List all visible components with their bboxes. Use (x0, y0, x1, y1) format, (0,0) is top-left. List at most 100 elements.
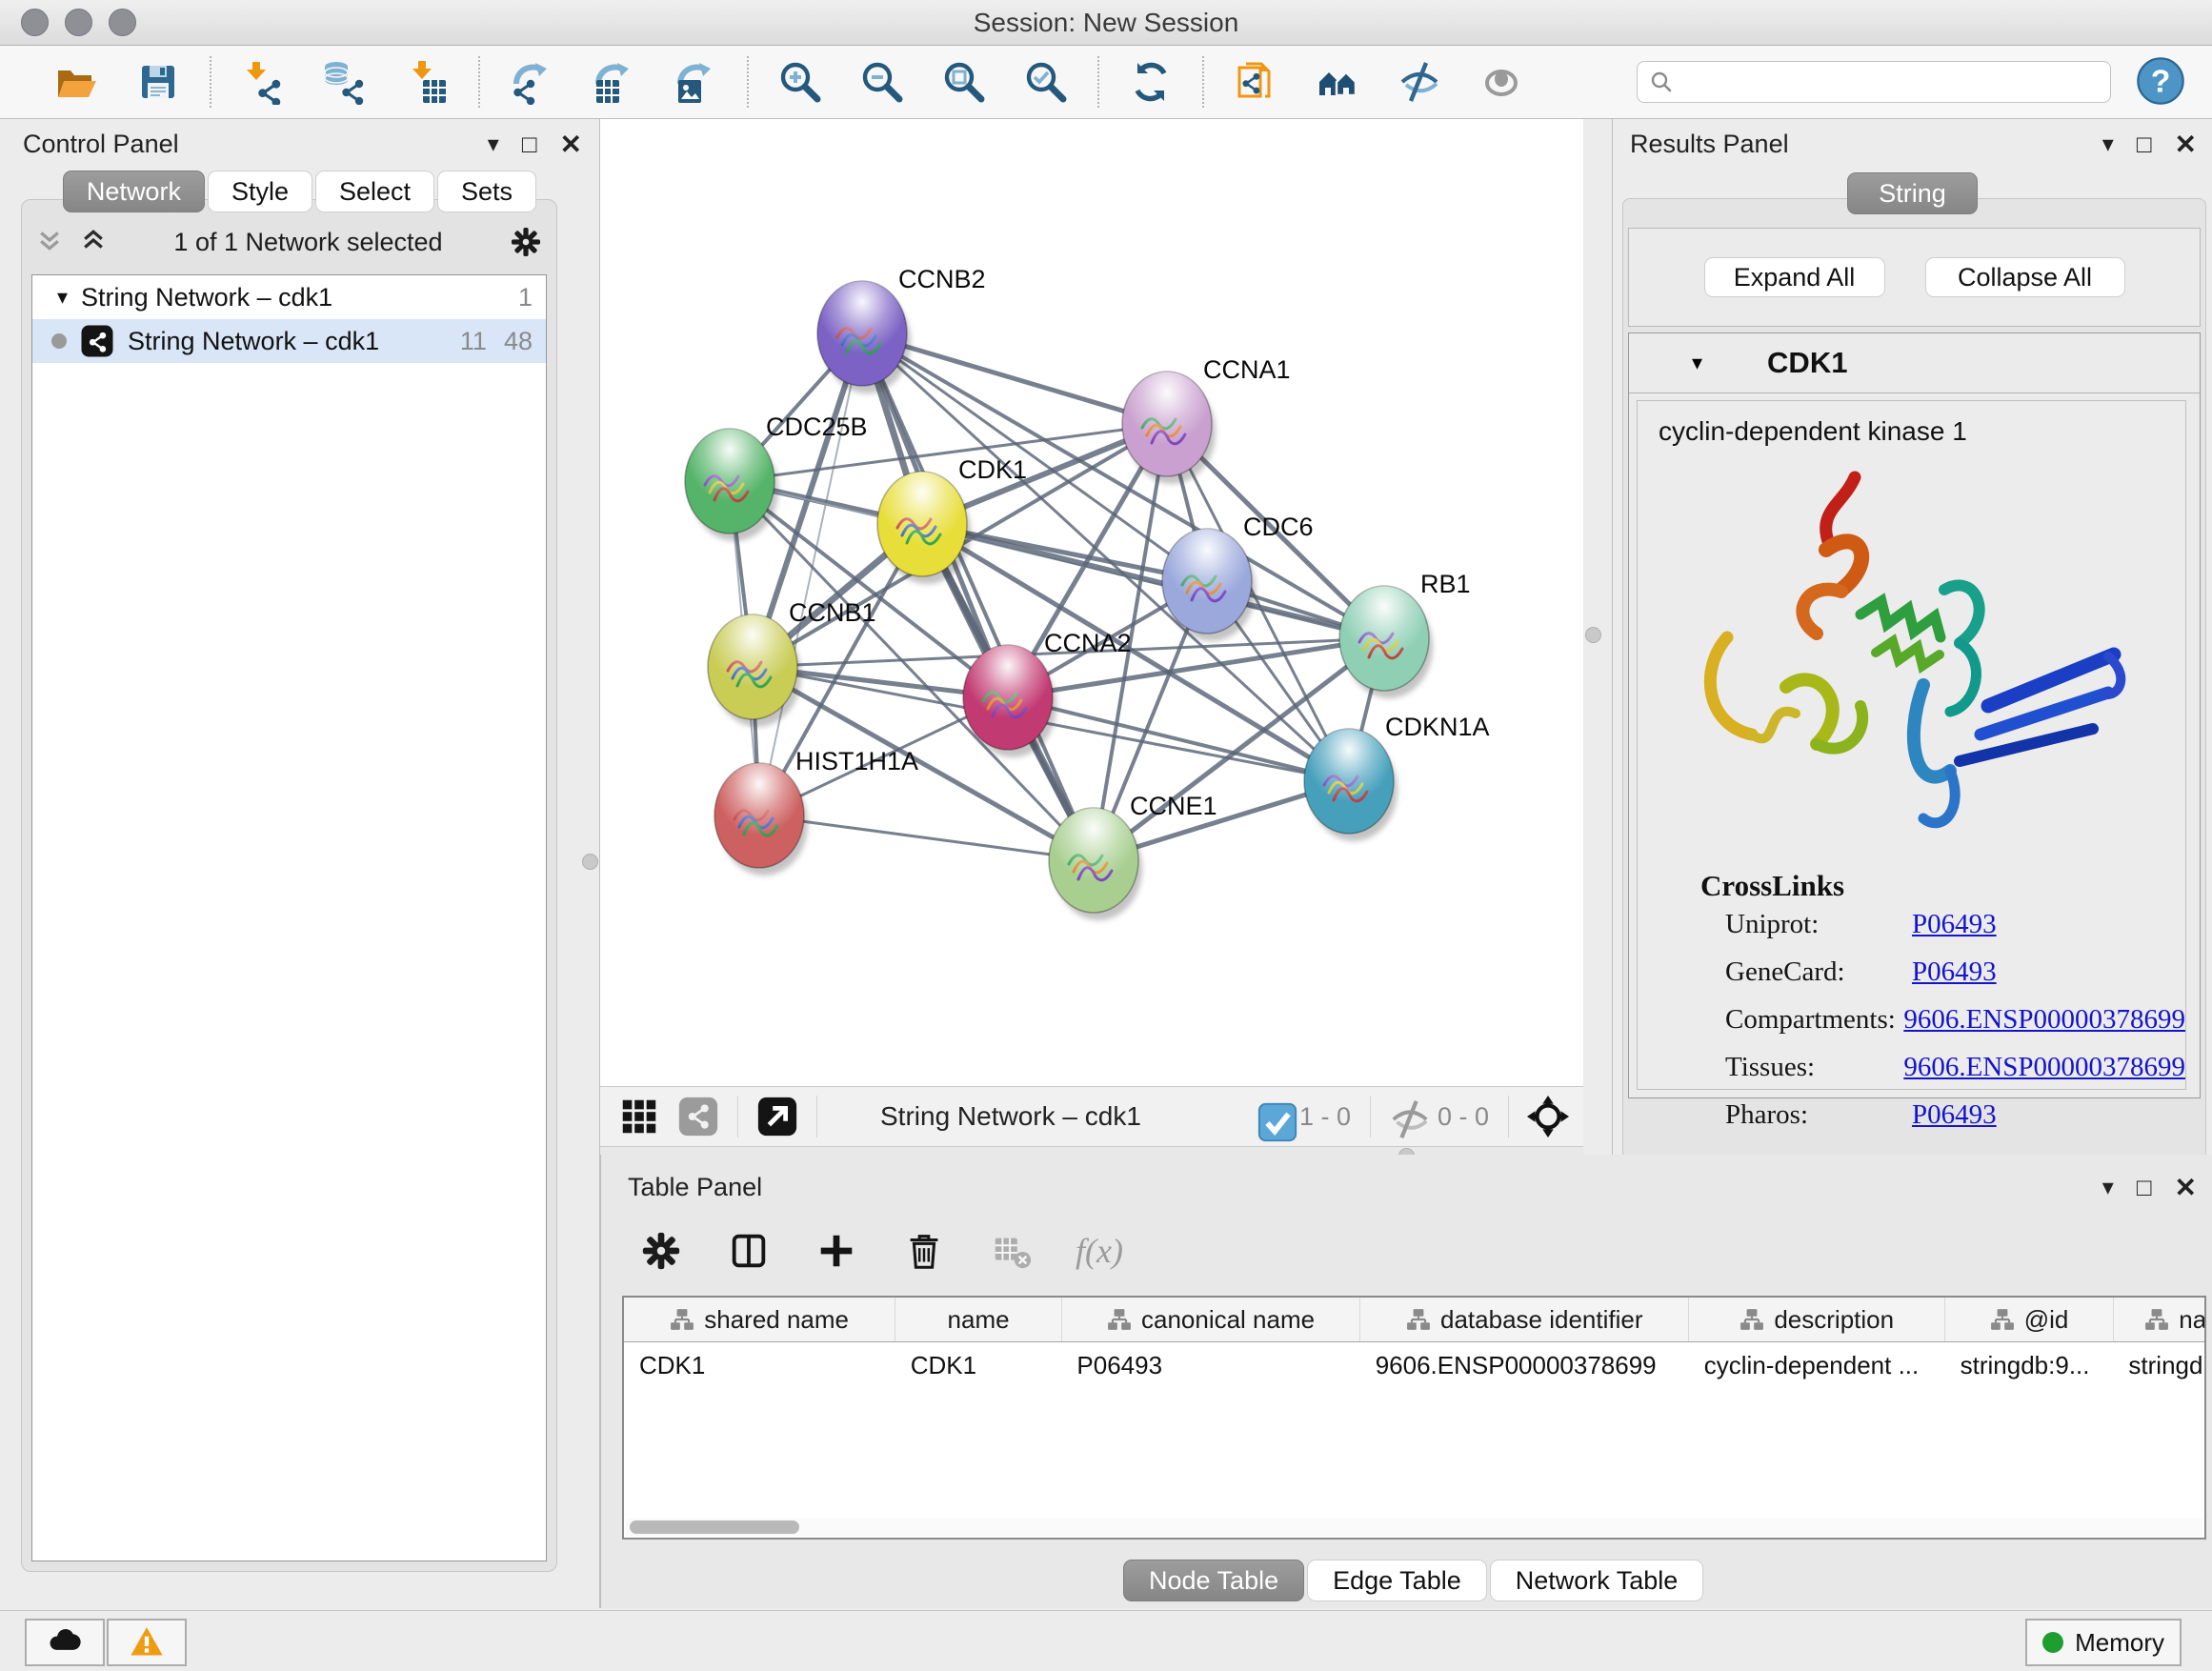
delete-column-button[interactable] (900, 1226, 950, 1276)
network-canvas[interactable]: CCNB2CCNA1CDC25BCDK1CDC6RB1CCNB1CCNA2CDK… (600, 119, 1583, 1086)
crosslink-link[interactable]: P06493 (1912, 956, 1997, 988)
table-settings-gear-button[interactable] (637, 1226, 687, 1276)
graphics-details-icon[interactable] (676, 1095, 720, 1138)
search-box[interactable] (1637, 61, 2111, 103)
gene-entry-header[interactable]: ▾ CDK1 (1629, 333, 2200, 393)
cloud-status-button[interactable] (25, 1619, 105, 1666)
table-cell[interactable]: stringdb (2113, 1342, 2206, 1389)
show-all-button[interactable] (1477, 57, 1526, 107)
network-tree-item[interactable]: String Network – cdk1 11 48 (32, 319, 546, 363)
node-CDC6[interactable]: CDC6 (1162, 513, 1314, 641)
panel-close-icon[interactable]: ✕ (2175, 129, 2197, 160)
node-RB1[interactable]: RB1 (1339, 570, 1471, 698)
add-column-button[interactable] (813, 1226, 862, 1276)
table-row[interactable]: CDK1CDK1P064939606.ENSP00000378699cyclin… (624, 1342, 2206, 1389)
column-header-shared-name[interactable]: shared name (624, 1298, 895, 1342)
fit-selected-crosshair-icon[interactable] (1526, 1095, 1570, 1138)
node-CDC25B[interactable]: CDC25B (685, 413, 868, 541)
column-header-canonical-name[interactable]: canonical name (1061, 1298, 1359, 1342)
column-label: name (948, 1305, 1010, 1335)
table-cell[interactable]: CDK1 (895, 1342, 1062, 1389)
panel-float-icon[interactable]: □ (2137, 130, 2152, 159)
right-splitter-handle[interactable] (1585, 627, 1601, 643)
panel-collapse-icon[interactable]: ▾ (2102, 131, 2114, 158)
zoom-selected-region-button[interactable] (1021, 57, 1071, 107)
first-neighbors-button[interactable] (1313, 57, 1362, 107)
column-header-namespace[interactable]: namespace (2113, 1298, 2206, 1342)
scrollbar-thumb[interactable] (630, 1520, 799, 1534)
tab-string[interactable]: String (1847, 172, 1978, 214)
export-table-button[interactable] (589, 57, 638, 107)
search-input[interactable] (1681, 67, 2099, 98)
selected-checkbox-icon[interactable] (1256, 1100, 1288, 1133)
table-cell[interactable]: P06493 (1061, 1342, 1359, 1389)
import-table-from-file-button[interactable] (402, 57, 452, 107)
crosslink-link[interactable]: 9606.ENSP00000378699 (1903, 1052, 2185, 1083)
new-network-from-selection-icon (1233, 59, 1278, 105)
node-CCNB2[interactable]: CCNB2 (817, 265, 986, 393)
tab-edge-table[interactable]: Edge Table (1307, 1560, 1487, 1601)
table-cell[interactable]: stringdb:9... (1945, 1342, 2114, 1389)
birds-eye-view-icon[interactable] (617, 1095, 661, 1138)
node-HIST1H1A[interactable]: HIST1H1A (714, 747, 918, 876)
panel-float-icon[interactable]: □ (2137, 1173, 2152, 1202)
open-session-button[interactable] (51, 57, 101, 107)
export-image-button[interactable] (671, 57, 720, 107)
tab-network[interactable]: Network (63, 171, 205, 212)
panel-collapse-icon[interactable]: ▾ (488, 131, 499, 158)
save-session-button[interactable] (133, 57, 183, 107)
crosslink-link[interactable]: 9606.ENSP00000378699 (1903, 1004, 2185, 1036)
node-CDKN1A[interactable]: CDKN1A (1304, 713, 1490, 841)
main-toolbar: ? (0, 46, 2212, 119)
column-header-description[interactable]: description (1689, 1298, 1945, 1342)
edge-CCNB2-HIST1H1A[interactable] (759, 333, 862, 815)
expand-all-networks-icon[interactable] (35, 226, 64, 259)
refresh-network-view-button[interactable] (1126, 57, 1176, 107)
clear-table-button[interactable] (988, 1226, 1037, 1276)
table-cell[interactable]: cyclin-dependent ... (1689, 1342, 1945, 1389)
zoom-out-button[interactable] (857, 57, 907, 107)
warning-status-button[interactable] (107, 1619, 187, 1666)
column-header-name[interactable]: name (895, 1298, 1062, 1342)
network-tree-root[interactable]: ▾ String Network – cdk1 1 (32, 275, 546, 319)
manage-columns-button[interactable] (725, 1226, 774, 1276)
network-options-gear-icon[interactable] (509, 225, 543, 259)
panel-float-icon[interactable]: □ (522, 130, 537, 159)
node-CCNE1[interactable]: CCNE1 (1049, 792, 1217, 920)
left-splitter-handle[interactable] (582, 854, 598, 870)
table-cell[interactable]: CDK1 (624, 1342, 895, 1389)
column-header-database-identifier[interactable]: database identifier (1360, 1298, 1689, 1342)
zoom-in-button[interactable] (775, 57, 825, 107)
collapse-all-networks-icon[interactable] (79, 226, 108, 259)
export-network-button[interactable] (507, 57, 556, 107)
crosslink-link[interactable]: P06493 (1912, 909, 1997, 940)
tab-node-table[interactable]: Node Table (1123, 1560, 1304, 1601)
panel-close-icon[interactable]: ✕ (560, 129, 582, 160)
tab-sets[interactable]: Sets (437, 171, 536, 212)
open-in-new-window-icon[interactable] (755, 1095, 799, 1138)
memory-button[interactable]: Memory (2025, 1619, 2182, 1666)
tab-style[interactable]: Style (208, 171, 312, 212)
import-network-from-file-button[interactable] (238, 57, 288, 107)
zoom-fit-content-button[interactable] (939, 57, 989, 107)
panel-collapse-icon[interactable]: ▾ (2102, 1174, 2114, 1201)
collapse-all-button[interactable]: Collapse All (1925, 257, 2125, 297)
import-table-from-file-icon (404, 59, 450, 105)
column-header-@id[interactable]: @id (1945, 1298, 2114, 1342)
function-builder-button[interactable]: f(x) (1076, 1231, 1123, 1271)
edge-HIST1H1A-CCNE1[interactable] (759, 815, 1094, 860)
help-button[interactable]: ? (2134, 55, 2187, 109)
hide-selected-button[interactable] (1395, 57, 1444, 107)
edge-CCNB2-CCNE1[interactable] (862, 333, 1094, 860)
tab-network-table[interactable]: Network Table (1490, 1560, 1704, 1601)
expand-all-button[interactable]: Expand All (1704, 257, 1885, 297)
edge-count: 48 (504, 327, 533, 356)
table-cell[interactable]: 9606.ENSP00000378699 (1360, 1342, 1689, 1389)
import-network-from-database-button[interactable] (320, 57, 370, 107)
panel-close-icon[interactable]: ✕ (2175, 1172, 2197, 1203)
crosslink-link[interactable]: P06493 (1912, 1099, 1997, 1131)
new-network-from-selection-button[interactable] (1231, 57, 1280, 107)
tree-expander-icon[interactable]: ▾ (57, 285, 68, 310)
tab-select[interactable]: Select (315, 171, 434, 212)
entry-expander-icon[interactable]: ▾ (1692, 351, 1702, 375)
